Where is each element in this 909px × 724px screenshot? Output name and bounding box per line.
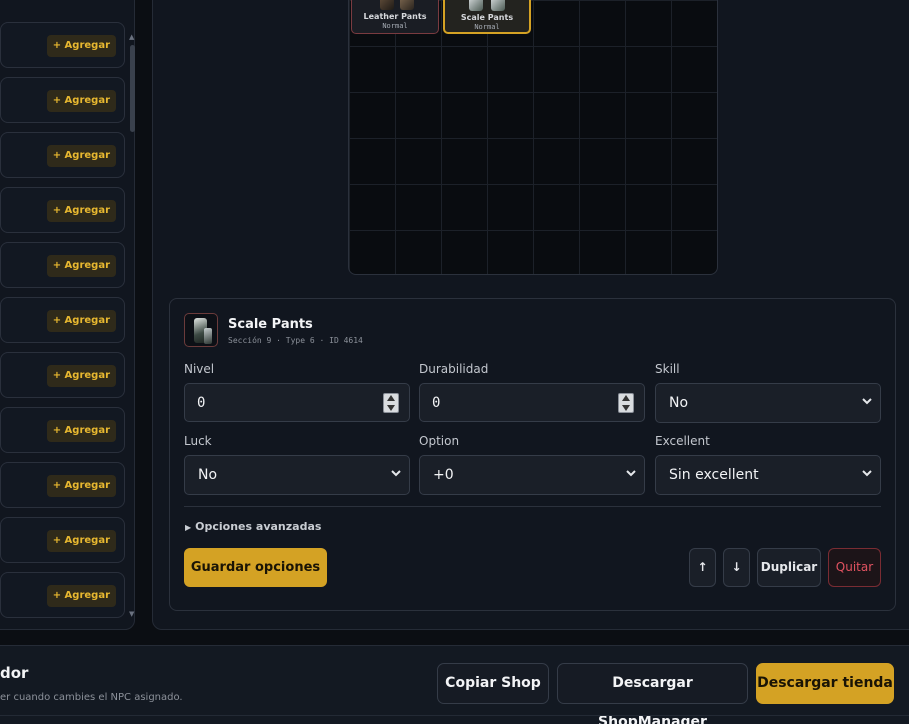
luck-value: No	[198, 467, 218, 483]
leather-pants-icon	[400, 0, 414, 10]
add-item-button[interactable]: + Agregar	[46, 310, 116, 332]
scale-pants-icon	[469, 0, 483, 11]
list-item: + Agregar	[0, 77, 125, 123]
excellent-value: Sin excellent	[669, 467, 759, 483]
add-item-button[interactable]: + Agregar	[46, 35, 116, 57]
list-item: + Agregar	[0, 132, 125, 178]
slot-item-quality: Normal	[474, 23, 500, 31]
chevron-down-icon	[626, 470, 636, 477]
luck-select[interactable]: No	[184, 455, 410, 495]
scroll-down-icon[interactable]: ▼	[129, 610, 134, 618]
remove-button[interactable]: Quitar	[828, 548, 881, 587]
luck-label: Luck	[184, 434, 212, 448]
skill-select[interactable]: No	[655, 383, 881, 423]
inventory-slot-selected[interactable]: Scale Pants Normal	[443, 0, 531, 34]
footer-subtitle: er cuando cambies el NPC asignado.	[0, 692, 183, 703]
add-item-button[interactable]: + Agregar	[46, 145, 116, 167]
durabilidad-label: Durabilidad	[419, 362, 489, 376]
list-item: + Agregar	[0, 572, 125, 618]
add-item-button[interactable]: + Agregar	[46, 475, 116, 497]
save-options-button[interactable]: Guardar opciones	[184, 548, 327, 587]
advanced-options-toggle[interactable]: ▶ Opciones avanzadas	[185, 520, 321, 533]
footer-divider	[0, 715, 909, 716]
copy-shop-button[interactable]: Copiar Shop	[437, 663, 549, 704]
list-item: + Agregar	[0, 407, 125, 453]
shop-inventory-grid[interactable]: Leather Pants Normal Scale Pants Normal	[348, 0, 718, 275]
scale-pants-icon	[184, 313, 218, 347]
chevron-down-icon	[391, 470, 401, 477]
durabilidad-value: 0	[432, 395, 441, 411]
durabilidad-input[interactable]: 0	[419, 383, 645, 422]
list-item: + Agregar	[0, 22, 125, 68]
add-item-button[interactable]: + Agregar	[46, 90, 116, 112]
scroll-up-icon[interactable]: ▲	[129, 33, 134, 41]
option-value: +0	[433, 467, 454, 483]
nivel-label: Nivel	[184, 362, 215, 376]
slot-item-name: Scale Pants	[460, 13, 514, 22]
add-item-button[interactable]: + Agregar	[46, 365, 116, 387]
item-meta: Sección 9 · Type 6 · ID 4614	[228, 336, 363, 345]
item-options-editor: Scale Pants Sección 9 · Type 6 · ID 4614…	[169, 298, 896, 611]
add-item-button[interactable]: + Agregar	[46, 420, 116, 442]
footer-title: dor	[0, 664, 29, 682]
chevron-down-icon	[862, 398, 872, 405]
move-down-button[interactable]: ↓	[723, 548, 750, 587]
item-title: Scale Pants	[228, 317, 313, 332]
divider	[184, 506, 881, 507]
durabilidad-stepper-icon[interactable]	[618, 393, 634, 413]
nivel-stepper-icon[interactable]	[383, 393, 399, 413]
list-item: + Agregar	[0, 517, 125, 563]
scale-pants-icon	[491, 0, 505, 11]
option-select[interactable]: +0	[419, 455, 645, 495]
slot-item-name: Leather Pants	[363, 12, 427, 21]
add-item-button[interactable]: + Agregar	[46, 200, 116, 222]
leather-pants-icon	[380, 0, 394, 10]
move-up-button[interactable]: ↑	[689, 548, 716, 587]
option-label: Option	[419, 434, 460, 448]
list-item: + Agregar	[0, 297, 125, 343]
nivel-input[interactable]: 0	[184, 383, 410, 422]
inventory-slot[interactable]: Leather Pants Normal	[351, 0, 439, 34]
list-item: + Agregar	[0, 242, 125, 288]
add-item-button[interactable]: + Agregar	[46, 530, 116, 552]
list-item: + Agregar	[0, 462, 125, 508]
list-item: + Agregar	[0, 352, 125, 398]
caret-right-icon: ▶	[185, 523, 192, 532]
add-item-button[interactable]: + Agregar	[46, 585, 116, 607]
slot-item-quality: Normal	[382, 22, 408, 30]
excellent-select[interactable]: Sin excellent	[655, 455, 881, 495]
excellent-label: Excellent	[655, 434, 710, 448]
nivel-value: 0	[197, 395, 206, 411]
download-shopmanager-button[interactable]: Descargar ShopManager	[557, 663, 748, 724]
chevron-down-icon	[862, 470, 872, 477]
list-item: + Agregar	[0, 187, 125, 233]
skill-label: Skill	[655, 362, 680, 376]
advanced-options-label: Opciones avanzadas	[195, 520, 322, 533]
add-item-button[interactable]: + Agregar	[46, 255, 116, 277]
duplicate-button[interactable]: Duplicar	[757, 548, 821, 587]
skill-value: No	[669, 395, 689, 411]
download-shop-button[interactable]: Descargar tienda	[756, 663, 894, 704]
list-scrollbar[interactable]	[130, 45, 135, 132]
